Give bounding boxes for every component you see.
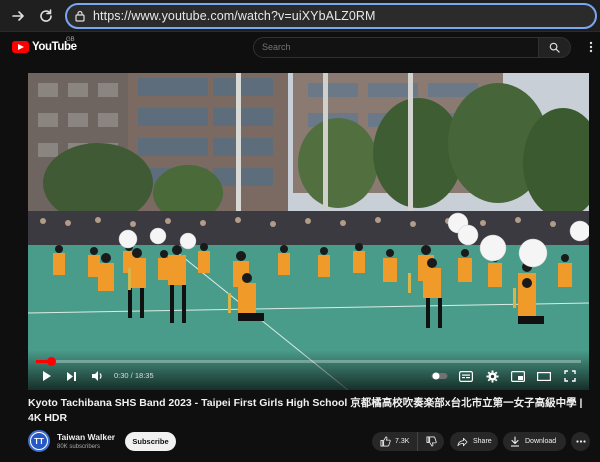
url-text: https://www.youtube.com/watch?v=uiXYbALZ… <box>93 9 376 23</box>
miniplayer-button[interactable] <box>510 369 526 383</box>
more-actions-button[interactable] <box>571 432 590 451</box>
address-bar[interactable]: https://www.youtube.com/watch?v=uiXYbALZ… <box>65 3 597 29</box>
thumbs-up-icon <box>380 436 391 447</box>
more-horizontal-icon <box>575 440 586 443</box>
download-button[interactable]: Download <box>503 432 566 451</box>
theater-mode-button[interactable] <box>536 369 552 383</box>
subscribe-button[interactable]: Subscribe <box>125 432 176 451</box>
play-icon <box>43 371 51 381</box>
progress-bar[interactable] <box>36 357 581 366</box>
dislike-button[interactable] <box>418 436 444 447</box>
play-button[interactable] <box>40 369 54 383</box>
channel-name[interactable]: Taiwan Walker <box>57 432 115 442</box>
like-dislike-group: 7.3K <box>372 432 444 451</box>
fullscreen-button[interactable] <box>562 369 578 383</box>
next-button[interactable] <box>64 369 78 383</box>
scrubber-handle[interactable] <box>46 357 56 366</box>
theater-mode-icon <box>537 371 551 381</box>
video-title: Kyoto Tachibana SHS Band 2023 - Taipei F… <box>28 397 583 424</box>
gear-icon <box>485 369 499 383</box>
settings-button[interactable] <box>484 369 500 383</box>
forward-arrow-icon[interactable] <box>6 4 30 28</box>
like-button[interactable]: 7.3K <box>372 432 418 451</box>
subtitles-button[interactable] <box>458 369 474 383</box>
volume-button[interactable] <box>90 369 104 383</box>
volume-icon <box>91 371 102 381</box>
like-count: 7.3K <box>395 438 410 445</box>
skip-next-icon <box>66 371 76 381</box>
subtitles-icon <box>459 370 473 382</box>
search-box[interactable] <box>253 37 539 58</box>
search-icon <box>549 42 560 53</box>
thumbs-down-icon <box>426 436 437 447</box>
share-button[interactable]: Share <box>450 432 498 451</box>
avatar-initials: TT <box>31 433 47 449</box>
share-label: Share <box>473 438 492 445</box>
download-icon <box>511 436 519 447</box>
autoplay-toggle[interactable] <box>430 369 448 383</box>
region-code: GB <box>66 37 75 43</box>
settings-menu-button[interactable] <box>586 40 596 54</box>
fullscreen-icon <box>564 370 576 382</box>
reload-icon[interactable] <box>34 4 58 28</box>
video-frame <box>28 73 589 390</box>
channel-avatar[interactable]: TT <box>28 430 50 452</box>
video-player[interactable]: 0:30 / 18:35 <box>28 73 589 390</box>
subscriber-count: 80K subscribers <box>57 444 101 450</box>
miniplayer-icon <box>511 370 525 382</box>
youtube-header: YouTube GB <box>0 32 600 62</box>
site-info-icon[interactable] <box>73 9 87 23</box>
time-display: 0:30 / 18:35 <box>114 371 154 380</box>
search-button[interactable] <box>539 37 571 58</box>
search-input[interactable] <box>262 42 532 52</box>
browser-toolbar: https://www.youtube.com/watch?v=uiXYbALZ… <box>0 0 600 32</box>
download-label: Download <box>525 438 557 445</box>
youtube-play-logo-icon <box>12 41 29 53</box>
share-icon <box>457 437 468 446</box>
autoplay-toggle-icon <box>431 372 447 380</box>
more-vertical-icon <box>589 41 593 53</box>
player-controls: 0:30 / 18:35 <box>28 350 589 390</box>
